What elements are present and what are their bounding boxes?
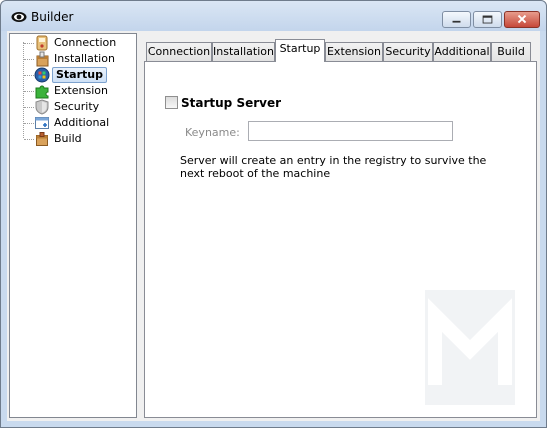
tree-item-build[interactable]: Build <box>10 131 138 147</box>
close-icon <box>517 14 527 24</box>
tree-label-security: Security <box>54 100 100 113</box>
tree-label-connection: Connection <box>54 36 117 49</box>
window-title: Builder <box>31 10 74 24</box>
title-bar[interactable]: Builder <box>1 1 546 31</box>
tree-item-startup[interactable]: Startup <box>10 67 138 83</box>
settings-tree[interactable]: Connection Installation Startup Extensio… <box>9 33 137 418</box>
tree-label-startup: Startup <box>52 67 107 83</box>
tree-item-installation[interactable]: Installation <box>10 51 138 67</box>
tab-control: Connection Installation Startup Extensio… <box>144 39 537 418</box>
installation-icon <box>36 51 49 67</box>
tab-startup[interactable]: Startup <box>275 39 325 62</box>
startup-server-label[interactable]: Startup Server <box>181 96 281 110</box>
tree-label-additional: Additional <box>54 116 110 129</box>
tree-item-extension[interactable]: Extension <box>10 83 138 99</box>
maximize-button[interactable] <box>473 11 502 28</box>
connection-icon <box>36 35 48 51</box>
tree-label-extension: Extension <box>54 84 109 97</box>
maximize-icon <box>482 15 493 24</box>
additional-icon <box>35 117 49 129</box>
build-icon <box>36 132 48 146</box>
tree-item-connection[interactable]: Connection <box>10 35 138 51</box>
minimize-icon <box>452 20 461 23</box>
startup-panel: Startup Server Keyname: Server will crea… <box>144 61 537 418</box>
puzzle-icon <box>35 85 49 99</box>
tab-additional[interactable]: Additional <box>433 42 491 61</box>
tree-item-additional[interactable]: Additional <box>10 115 138 131</box>
startup-server-checkbox[interactable] <box>165 96 178 109</box>
tab-build[interactable]: Build <box>491 42 531 61</box>
startup-icon <box>34 67 50 83</box>
startup-description: Server will create an entry in the regis… <box>180 154 487 180</box>
keyname-input[interactable] <box>248 121 453 141</box>
builder-window: Builder Connection Installation Startup … <box>0 0 547 428</box>
shield-icon <box>35 99 49 115</box>
minimize-button[interactable] <box>442 11 471 28</box>
eye-icon <box>11 12 27 22</box>
logo-watermark <box>425 290 515 405</box>
tree-label-installation: Installation <box>54 52 115 65</box>
tree-label-build: Build <box>54 132 82 145</box>
client-area: Connection Installation Startup Extensio… <box>7 31 540 421</box>
tab-security[interactable]: Security <box>383 42 433 61</box>
keyname-label: Keyname: <box>185 126 240 139</box>
tab-installation[interactable]: Installation <box>212 42 275 61</box>
tab-extension[interactable]: Extension <box>325 42 383 61</box>
tree-item-security[interactable]: Security <box>10 99 138 115</box>
close-button[interactable] <box>504 11 540 28</box>
tab-connection[interactable]: Connection <box>146 42 212 61</box>
